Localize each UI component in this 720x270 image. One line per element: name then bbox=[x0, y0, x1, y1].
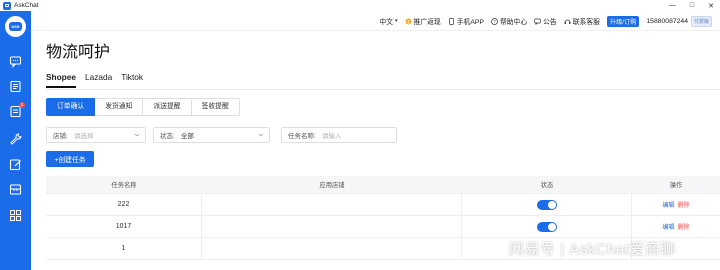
language-selector[interactable]: 中文 ▾ bbox=[379, 16, 397, 26]
edit-link[interactable]: 编辑 bbox=[662, 222, 674, 231]
task-name-input[interactable]: 任务名称: 请输入 bbox=[281, 127, 397, 143]
askchat-logo[interactable]: ASK bbox=[5, 16, 26, 37]
document-icon bbox=[10, 80, 21, 93]
sidebar-item-tools[interactable] bbox=[9, 132, 22, 145]
tab-shopee[interactable]: Shopee bbox=[46, 72, 76, 88]
page-title: 物流呵护 bbox=[46, 44, 111, 61]
status-value: 全部 bbox=[180, 133, 194, 140]
maximize-button[interactable]: □ bbox=[690, 2, 694, 9]
store-cell bbox=[202, 238, 462, 259]
header-actions: 操作 bbox=[669, 182, 683, 189]
header-task-name: 任务名称 bbox=[111, 182, 137, 189]
sidebar-item-orders[interactable] bbox=[9, 80, 22, 93]
notification-badge: 1 bbox=[19, 102, 25, 108]
promo-link[interactable]: $ 推广返现 bbox=[405, 16, 441, 26]
delete-link[interactable]: 删除 bbox=[678, 222, 690, 231]
plan-badge: 付费版 bbox=[690, 15, 712, 27]
header-store: 应用店铺 bbox=[319, 182, 345, 189]
wrench-icon bbox=[10, 133, 22, 145]
platform-tabs: Shopee Lazada Tiktok bbox=[46, 72, 143, 88]
coin-icon: $ bbox=[405, 18, 412, 25]
store-placeholder: 请选择 bbox=[73, 133, 94, 140]
chevron-down-icon: ▾ bbox=[395, 18, 398, 24]
svg-text:?: ? bbox=[493, 19, 496, 24]
headset-icon bbox=[564, 18, 571, 25]
task-name-cell: 1 bbox=[46, 238, 202, 259]
sidebar-item-messages[interactable]: 1 bbox=[9, 102, 25, 118]
upgrade-label: 升级/订购 bbox=[606, 15, 640, 27]
sidebar-item-apps[interactable] bbox=[9, 209, 22, 222]
help-icon: ? bbox=[491, 17, 498, 25]
language-label: 中文 bbox=[379, 19, 394, 26]
task-name-cell: 222 bbox=[46, 194, 202, 215]
window-titlebar: AskChat — □ ✕ bbox=[0, 0, 720, 11]
tab-shipping-notice[interactable]: 发货通知 bbox=[95, 98, 144, 116]
task-name-label: 任务名称: bbox=[288, 133, 316, 140]
create-task-button[interactable]: +创建任务 bbox=[46, 151, 94, 167]
table-header: 任务名称 应用店铺 状态 操作 bbox=[46, 176, 720, 194]
store-label: 店铺: bbox=[53, 133, 68, 140]
edit-icon bbox=[9, 159, 21, 171]
top-bar: 中文 ▾ $ 推广返现 手机APP ? 帮助中心 公告 联系客服 升级/订购 1… bbox=[31, 11, 720, 31]
table-row: 222 编辑 删除 bbox=[46, 194, 720, 216]
app-title: AskChat bbox=[14, 2, 39, 9]
mobile-app-link[interactable]: 手机APP bbox=[448, 16, 484, 26]
tab-tiktok[interactable]: Tiktok bbox=[121, 72, 143, 88]
chevron-down-icon bbox=[258, 133, 264, 137]
sidebar-item-chat[interactable] bbox=[9, 55, 22, 68]
header-status: 状态 bbox=[540, 182, 554, 189]
status-select[interactable]: 状态: 全部 bbox=[153, 127, 270, 143]
task-name-placeholder: 请输入 bbox=[321, 133, 342, 140]
support-link[interactable]: 联系客服 bbox=[564, 16, 600, 26]
mobile-app-label: 手机APP bbox=[456, 19, 484, 26]
message-icon bbox=[534, 18, 541, 25]
tab-order-confirm[interactable]: 订单确认 bbox=[46, 98, 96, 116]
support-label: 联系客服 bbox=[572, 19, 600, 26]
announcement-label: 公告 bbox=[543, 19, 557, 26]
minimize-button[interactable]: — bbox=[669, 2, 676, 9]
status-toggle[interactable] bbox=[536, 199, 557, 210]
notification-type-tabs: 订单确认 发货通知 派送提醒 签收提醒 bbox=[46, 98, 240, 116]
help-label: 帮助中心 bbox=[499, 19, 528, 26]
account-menu[interactable]: 15880087244 付费版 bbox=[646, 15, 712, 27]
store-cell bbox=[202, 216, 462, 237]
sidebar-item-edit[interactable] bbox=[9, 158, 22, 171]
phone-number: 15880087244 bbox=[646, 17, 688, 25]
delete-link[interactable]: 删除 bbox=[678, 200, 690, 209]
watermark: 网易号 | AskChat爱商聊 bbox=[509, 241, 676, 258]
edit-link[interactable]: 编辑 bbox=[662, 200, 674, 209]
status-label: 状态: bbox=[160, 133, 175, 140]
tab-receipt-reminder[interactable]: 签收提醒 bbox=[191, 98, 240, 116]
table-row: 1017 编辑 删除 bbox=[46, 216, 720, 238]
announcement-link[interactable]: 公告 bbox=[534, 16, 557, 26]
upgrade-button[interactable]: 升级/订购 bbox=[606, 15, 640, 27]
task-name-cell: 1017 bbox=[46, 216, 202, 237]
box-icon bbox=[9, 184, 22, 195]
grid-icon bbox=[10, 210, 21, 221]
help-link[interactable]: ? 帮助中心 bbox=[491, 16, 527, 26]
tab-lazada[interactable]: Lazada bbox=[85, 72, 112, 88]
status-toggle[interactable] bbox=[536, 221, 557, 232]
close-button[interactable]: ✕ bbox=[708, 2, 714, 10]
sidebar-item-logistics[interactable] bbox=[9, 183, 22, 196]
logo-text: ASK bbox=[9, 22, 22, 31]
tabs-divider bbox=[46, 89, 720, 90]
app-icon bbox=[3, 1, 11, 10]
promo-label: 推广返现 bbox=[413, 19, 441, 26]
store-select[interactable]: 店铺: 请选择 bbox=[46, 127, 146, 143]
store-cell bbox=[202, 194, 462, 215]
sidebar: ASK 1 bbox=[0, 11, 31, 270]
chat-icon bbox=[9, 56, 22, 68]
phone-icon bbox=[448, 17, 455, 25]
chevron-down-icon bbox=[134, 133, 140, 137]
tab-delivery-reminder[interactable]: 派送提醒 bbox=[143, 98, 192, 116]
